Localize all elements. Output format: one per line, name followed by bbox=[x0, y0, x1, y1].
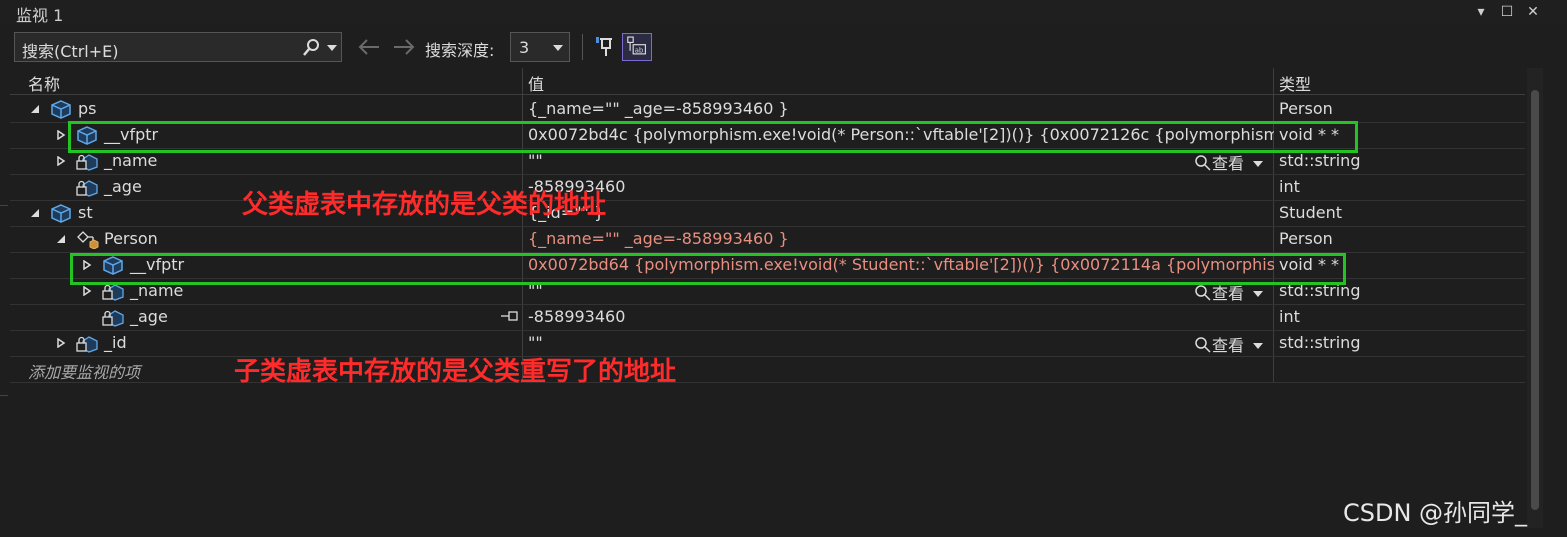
row-name: _age bbox=[104, 177, 142, 196]
search-icon[interactable] bbox=[301, 38, 321, 58]
forward-arrow-icon[interactable] bbox=[392, 38, 416, 56]
object-icon bbox=[51, 204, 71, 223]
row-type: Person bbox=[1279, 229, 1333, 248]
svg-text:ab: ab bbox=[635, 46, 644, 54]
annotation-parent: 父类虚表中存放的是父类的地址 bbox=[242, 190, 607, 220]
scrollbar-thumb[interactable] bbox=[1531, 90, 1539, 510]
view-button[interactable]: 查看 bbox=[1194, 332, 1264, 356]
column-header-value[interactable]: 值 bbox=[528, 71, 544, 95]
row-type: Person bbox=[1279, 99, 1333, 118]
row-value[interactable]: {_name="" _age=-858993460 } bbox=[528, 229, 1274, 248]
window-title: 监视 1 bbox=[16, 6, 64, 25]
row-type: std::string bbox=[1279, 333, 1361, 352]
view-label: 查看 bbox=[1212, 154, 1245, 173]
row-name: _id bbox=[104, 333, 127, 352]
view-label: 查看 bbox=[1212, 284, 1245, 303]
expand-icon[interactable] bbox=[56, 338, 66, 348]
row-value[interactable]: -858993460 bbox=[528, 307, 1274, 326]
row-name: st bbox=[78, 203, 93, 222]
chevron-down-icon bbox=[1253, 343, 1264, 349]
magnifier-icon bbox=[1195, 337, 1211, 353]
table-row[interactable]: _age -858993460 int bbox=[10, 174, 1525, 201]
row-value[interactable]: "" bbox=[528, 151, 1274, 170]
pin-icon[interactable] bbox=[590, 33, 620, 61]
watch-grid: 名称 值 类型 ps {_name="" _age=-858993460 } P… bbox=[10, 68, 1525, 383]
expand-icon[interactable] bbox=[56, 156, 66, 166]
private-member-icon bbox=[102, 310, 124, 327]
table-row[interactable]: ps {_name="" _age=-858993460 } Person bbox=[10, 96, 1525, 123]
view-button[interactable]: 查看 bbox=[1194, 150, 1264, 174]
row-value[interactable]: {_name="" _age=-858993460 } bbox=[528, 99, 1274, 118]
chevron-down-icon bbox=[1253, 291, 1264, 297]
search-depth-label: 搜索深度: bbox=[425, 41, 495, 60]
chevron-down-icon bbox=[553, 45, 563, 51]
view-label: 查看 bbox=[1212, 336, 1245, 355]
window-maximize-button[interactable]: ☐ bbox=[1495, 1, 1519, 23]
search-dropdown-icon[interactable] bbox=[327, 45, 337, 51]
search-depth-value: 3 bbox=[519, 38, 530, 57]
vfptr-highlight-box bbox=[68, 121, 1358, 153]
toolbar-separator bbox=[582, 34, 583, 60]
watermark: CSDN @孙同学_ bbox=[1343, 499, 1528, 527]
hex-view-icon[interactable]: ab bbox=[622, 33, 652, 61]
magnifier-icon bbox=[1195, 155, 1211, 171]
expand-icon[interactable] bbox=[82, 286, 92, 296]
chevron-down-icon bbox=[1253, 161, 1264, 167]
magnifier-icon bbox=[1195, 285, 1211, 301]
row-type: int bbox=[1279, 177, 1300, 196]
vfptr-highlight-box bbox=[70, 253, 1346, 285]
private-member-icon bbox=[76, 336, 98, 353]
column-header-name[interactable]: 名称 bbox=[28, 71, 60, 95]
vertical-scrollbar[interactable] bbox=[1527, 68, 1543, 528]
add-watch-placeholder[interactable]: 添加要监视的项 bbox=[28, 359, 140, 383]
search-depth-select[interactable]: 3 bbox=[510, 32, 570, 62]
private-member-icon bbox=[76, 154, 98, 171]
collapse-icon[interactable] bbox=[30, 208, 40, 218]
editor-gutter-mark bbox=[0, 395, 8, 396]
table-row[interactable]: st {_id="" } Student bbox=[10, 200, 1525, 227]
pin-to-source-icon[interactable] bbox=[500, 310, 520, 322]
collapse-icon[interactable] bbox=[56, 234, 66, 244]
window-dropdown-button[interactable]: ▾ bbox=[1469, 1, 1493, 23]
watch-toolbar: 搜索(Ctrl+E) 搜索深度: 3 ab bbox=[0, 28, 1567, 64]
editor-gutter-mark bbox=[0, 205, 8, 206]
grid-header: 名称 值 类型 bbox=[10, 68, 1525, 95]
table-row[interactable]: _age -858993460 int bbox=[10, 304, 1525, 331]
collapse-icon[interactable] bbox=[30, 104, 40, 114]
row-value[interactable]: -858993460 bbox=[528, 177, 1274, 196]
search-placeholder: 搜索(Ctrl+E) bbox=[22, 42, 119, 61]
table-row[interactable]: Person {_name="" _age=-858993460 } Perso… bbox=[10, 226, 1525, 253]
row-value[interactable]: {_id="" } bbox=[528, 203, 1274, 222]
base-class-icon bbox=[77, 231, 99, 249]
row-name: ps bbox=[78, 99, 97, 118]
column-header-type[interactable]: 类型 bbox=[1279, 71, 1311, 95]
search-input[interactable]: 搜索(Ctrl+E) bbox=[14, 32, 342, 62]
row-name: Person bbox=[104, 229, 158, 248]
expand-icon[interactable] bbox=[56, 130, 66, 140]
window-close-button[interactable]: ✕ bbox=[1521, 1, 1545, 23]
row-type: Student bbox=[1279, 203, 1342, 222]
row-name: _name bbox=[104, 151, 158, 170]
back-arrow-icon[interactable] bbox=[357, 38, 381, 56]
row-type: int bbox=[1279, 307, 1300, 326]
window-title-bar: 监视 1 ▾ ☐ ✕ bbox=[0, 0, 1567, 25]
annotation-child: 子类虚表中存放的是父类重写了的地址 bbox=[234, 357, 677, 387]
private-member-icon bbox=[76, 180, 98, 197]
row-type: std::string bbox=[1279, 151, 1361, 170]
row-value[interactable]: "" bbox=[528, 333, 1274, 352]
row-name: _age bbox=[130, 307, 168, 326]
object-icon bbox=[51, 100, 71, 119]
